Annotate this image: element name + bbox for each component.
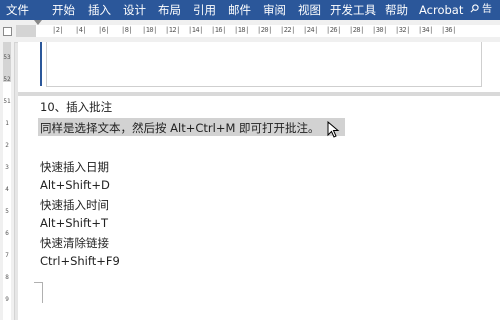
margin-corner-mark	[34, 282, 43, 303]
footer-area[interactable]	[46, 42, 482, 87]
ruler-tick: |16|	[211, 26, 226, 34]
tell-me-label[interactable]: 告	[482, 0, 492, 20]
page-gap	[18, 92, 500, 96]
ruler-tick: |4|	[75, 26, 87, 34]
ruler-tick: |34|	[418, 26, 433, 34]
tab-references[interactable]: 引用	[193, 0, 216, 20]
doc-line[interactable]: 快速插入日期	[40, 159, 109, 175]
doc-line[interactable]: Alt+Shift+T	[40, 216, 108, 230]
tab-selector[interactable]	[3, 27, 12, 36]
vruler-tick: 1	[5, 120, 9, 127]
indent-marker[interactable]	[34, 20, 42, 25]
tab-layout[interactable]: 布局	[158, 0, 181, 20]
ruler-tick: |20|	[257, 26, 272, 34]
ruler-tick: |22|	[280, 26, 295, 34]
ruler-tick: |36|	[441, 26, 456, 34]
ruler-tick: |30|	[372, 26, 387, 34]
tab-developer[interactable]: 开发工具	[330, 0, 376, 20]
tab-help[interactable]: 帮助	[385, 0, 408, 20]
vruler-tick: 4	[5, 186, 9, 193]
ruler-tick: |28|	[349, 26, 364, 34]
ruler-tick: |10|	[142, 26, 157, 34]
vertical-ruler: 53 52 51 1 2 3 4 5 6 7 8 9	[0, 42, 15, 320]
ruler-tick: |18|	[234, 26, 249, 34]
ruler-tick: |26|	[326, 26, 341, 34]
ruler-tick: |12|	[165, 26, 180, 34]
mouse-cursor-icon	[327, 121, 340, 138]
ruler-tick: |24|	[303, 26, 318, 34]
doc-line[interactable]: 快速清除链接	[40, 235, 109, 251]
tab-acrobat[interactable]: Acrobat	[419, 0, 463, 20]
doc-line[interactable]: Alt+Shift+D	[40, 178, 110, 192]
doc-line[interactable]: Ctrl+Shift+F9	[40, 254, 120, 268]
heading-insert-comment[interactable]: 10、插入批注	[40, 99, 112, 115]
vruler-tick: 2	[5, 142, 9, 149]
vruler-tick: 8	[5, 274, 9, 281]
ribbon-tab-bar: 文件 开始 插入 设计 布局 引用 邮件 审阅 视图 开发工具 帮助 Acrob…	[0, 0, 500, 20]
ruler-tick: |8|	[121, 26, 133, 34]
doc-line[interactable]: 快速插入时间	[40, 197, 109, 213]
vruler-tick: 9	[5, 296, 9, 303]
vruler-tick: 51	[3, 98, 11, 105]
ruler-tick: |32|	[395, 26, 410, 34]
tab-home[interactable]: 开始	[52, 0, 75, 20]
tab-insert[interactable]: 插入	[88, 0, 111, 20]
vruler-tick: 6	[5, 230, 9, 237]
selected-text-line[interactable]: 同样是选择文本，然后按 Alt+Ctrl+M 即可打开批注。	[40, 120, 320, 136]
vruler-tick: 5	[5, 208, 9, 215]
tab-review[interactable]: 审阅	[263, 0, 286, 20]
tab-view[interactable]: 视图	[298, 0, 321, 20]
ruler-tick: |2|	[52, 26, 64, 34]
tab-design[interactable]: 设计	[123, 0, 146, 20]
vruler-tick: 52	[3, 76, 11, 83]
ruler-tick: |14|	[188, 26, 203, 34]
vruler-tick: 3	[5, 164, 9, 171]
ruler-tick: |6|	[98, 26, 110, 34]
previous-page-bottom	[40, 42, 500, 93]
vruler-tick: 7	[5, 252, 9, 259]
horizontal-ruler: |2| |4| |6| |8| |10| |12| |14| |16| |18|…	[0, 20, 500, 43]
tab-mailings[interactable]: 邮件	[228, 0, 251, 20]
search-icon[interactable]	[470, 4, 479, 13]
vruler-tick: 53	[3, 54, 11, 61]
tab-file[interactable]: 文件	[6, 0, 29, 20]
